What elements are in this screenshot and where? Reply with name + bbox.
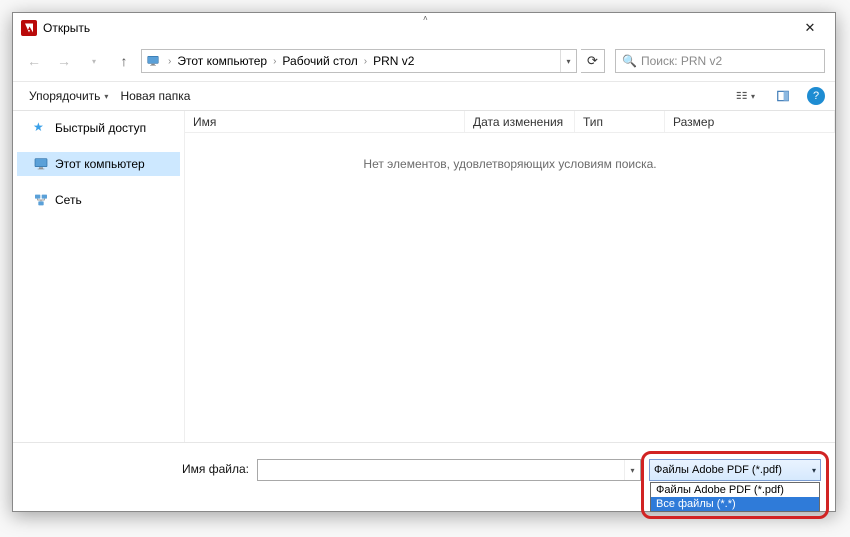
bottom-panel: Имя файла: ▾ Файлы Adobe PDF (*.pdf) ▾ Ф… bbox=[13, 442, 835, 511]
organize-button[interactable]: Упорядочить ▾ bbox=[23, 86, 114, 106]
column-name[interactable]: Имя ˄ bbox=[185, 111, 465, 132]
sidebar-item-label: Этот компьютер bbox=[55, 157, 145, 171]
organize-label: Упорядочить bbox=[29, 89, 100, 103]
recent-locations-button[interactable]: ▾ bbox=[81, 49, 107, 73]
forward-button[interactable]: → bbox=[51, 49, 77, 73]
chevron-right-icon: › bbox=[269, 56, 280, 67]
file-type-select[interactable]: Файлы Adobe PDF (*.pdf) ▾ Файлы Adobe PD… bbox=[649, 459, 821, 481]
network-icon bbox=[33, 192, 49, 208]
breadcrumb-item[interactable]: PRN v2 bbox=[371, 54, 416, 68]
new-folder-button[interactable]: Новая папка bbox=[114, 86, 196, 106]
sidebar-item-this-pc[interactable]: Этот компьютер bbox=[17, 152, 180, 176]
help-button[interactable]: ? bbox=[807, 87, 825, 105]
sidebar-item-quick-access[interactable]: ★ Быстрый доступ bbox=[17, 116, 180, 140]
sidebar-item-network[interactable]: Сеть bbox=[17, 188, 180, 212]
navigation-pane: ★ Быстрый доступ Этот компьютер Сеть bbox=[13, 111, 185, 442]
chevron-right-icon: › bbox=[360, 56, 371, 67]
column-type[interactable]: Тип bbox=[575, 111, 665, 132]
search-placeholder: Поиск: PRN v2 bbox=[641, 54, 722, 68]
navigation-row: ← → ▾ ↑ › Этот компьютер › Рабочий стол … bbox=[13, 43, 835, 81]
sidebar-item-label: Сеть bbox=[55, 193, 82, 207]
preview-pane-button[interactable] bbox=[765, 85, 801, 107]
filename-label: Имя файла: bbox=[182, 459, 249, 476]
chevron-down-icon: ▾ bbox=[104, 92, 108, 101]
empty-message: Нет элементов, удовлетворяющих условиям … bbox=[363, 157, 656, 171]
pc-icon bbox=[33, 156, 49, 172]
new-folder-label: Новая папка bbox=[120, 89, 190, 103]
chevron-down-icon: ▾ bbox=[812, 466, 816, 475]
sort-indicator-icon: ˄ bbox=[423, 14, 428, 23]
breadcrumb[interactable]: › Этот компьютер › Рабочий стол › PRN v2… bbox=[141, 49, 577, 73]
file-type-dropdown: Файлы Adobe PDF (*.pdf) Все файлы (*.*) bbox=[650, 482, 820, 512]
file-type-option[interactable]: Файлы Adobe PDF (*.pdf) bbox=[651, 483, 819, 497]
dialog-title: Открыть bbox=[43, 21, 789, 35]
dialog-body: ★ Быстрый доступ Этот компьютер Сеть Имя… bbox=[13, 111, 835, 442]
breadcrumb-item[interactable]: Рабочий стол bbox=[280, 54, 359, 68]
file-type-option[interactable]: Все файлы (*.*) bbox=[651, 497, 819, 511]
column-size[interactable]: Размер bbox=[665, 111, 835, 132]
search-icon: 🔍 bbox=[622, 54, 637, 68]
view-options-button[interactable]: ▾ bbox=[727, 85, 763, 107]
open-file-dialog: Открыть ✕ ← → ▾ ↑ › Этот компьютер › Раб… bbox=[12, 12, 836, 512]
filename-field[interactable] bbox=[258, 463, 624, 477]
breadcrumb-dropdown[interactable]: ▾ bbox=[560, 50, 576, 72]
back-button[interactable]: ← bbox=[21, 49, 47, 73]
file-type-selected: Файлы Adobe PDF (*.pdf) bbox=[654, 464, 782, 476]
file-list: Нет элементов, удовлетворяющих условиям … bbox=[185, 133, 835, 442]
column-date[interactable]: Дата изменения bbox=[465, 111, 575, 132]
column-headers: Имя ˄ Дата изменения Тип Размер bbox=[185, 111, 835, 133]
up-button[interactable]: ↑ bbox=[111, 49, 137, 73]
refresh-button[interactable]: ⟳ bbox=[581, 49, 605, 73]
adobe-icon bbox=[21, 20, 37, 36]
filename-input[interactable]: ▾ bbox=[257, 459, 641, 481]
file-list-area: Имя ˄ Дата изменения Тип Размер Нет элем… bbox=[185, 111, 835, 442]
close-button[interactable]: ✕ bbox=[789, 14, 831, 42]
search-input[interactable]: 🔍 Поиск: PRN v2 bbox=[615, 49, 825, 73]
pc-icon bbox=[142, 54, 164, 68]
file-type-filter: Файлы Adobe PDF (*.pdf) ▾ Файлы Adobe PD… bbox=[649, 459, 821, 481]
star-icon: ★ bbox=[33, 120, 49, 136]
toolbar: Упорядочить ▾ Новая папка ▾ ? bbox=[13, 81, 835, 111]
filename-history-dropdown[interactable]: ▾ bbox=[624, 460, 640, 480]
breadcrumb-item[interactable]: Этот компьютер bbox=[175, 54, 269, 68]
chevron-right-icon: › bbox=[164, 56, 175, 67]
sidebar-item-label: Быстрый доступ bbox=[55, 121, 146, 135]
